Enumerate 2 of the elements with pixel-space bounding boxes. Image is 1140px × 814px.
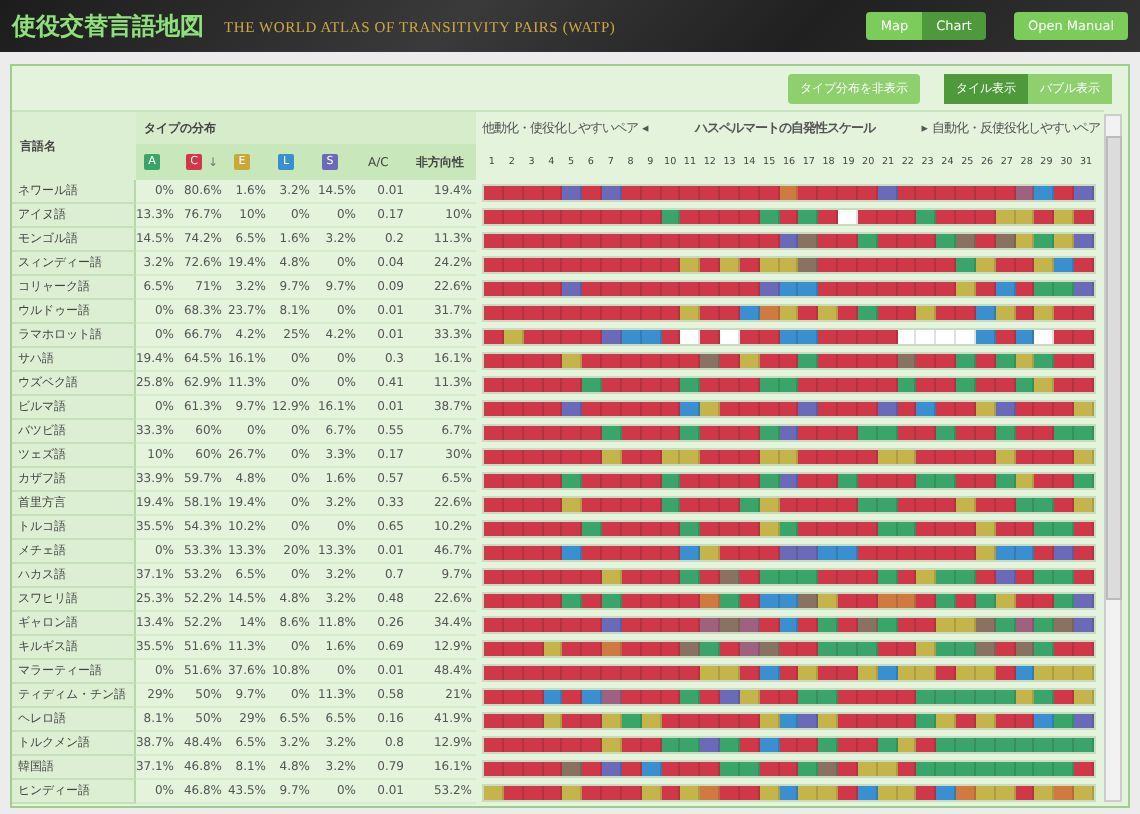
scrollbar[interactable]: [1104, 114, 1122, 802]
app-title: 使役交替言語地図: [12, 9, 204, 43]
